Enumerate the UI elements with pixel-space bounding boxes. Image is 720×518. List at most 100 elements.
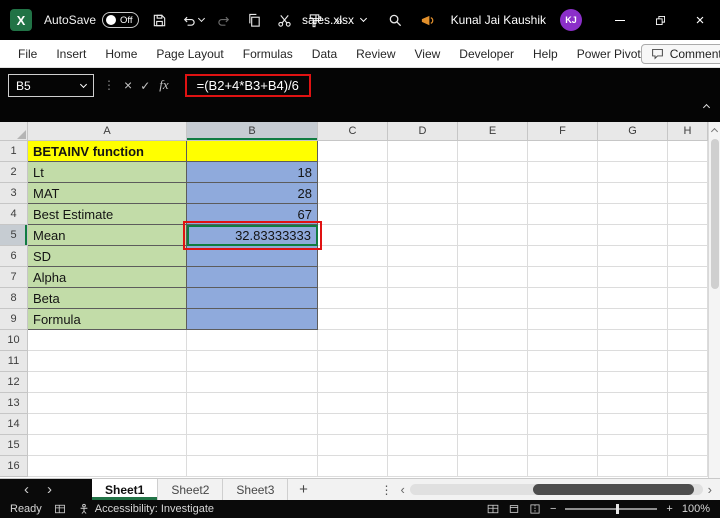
cell-A2[interactable]: Lt: [28, 162, 187, 183]
cell-B1[interactable]: [187, 141, 318, 162]
cell-H15[interactable]: [668, 435, 708, 456]
cell-C3[interactable]: [318, 183, 388, 204]
row-header-15[interactable]: 15: [0, 435, 28, 456]
cell-E11[interactable]: [458, 351, 528, 372]
cell-A13[interactable]: [28, 393, 187, 414]
cell-C12[interactable]: [318, 372, 388, 393]
cell-E14[interactable]: [458, 414, 528, 435]
ribbon-tab-formulas[interactable]: Formulas: [243, 47, 293, 61]
cell-C16[interactable]: [318, 456, 388, 477]
cell-H5[interactable]: [668, 225, 708, 246]
cell-H10[interactable]: [668, 330, 708, 351]
cut-icon[interactable]: [276, 11, 294, 29]
sheet-tab-sheet2[interactable]: Sheet2: [158, 479, 223, 500]
cell-G13[interactable]: [598, 393, 668, 414]
cell-F8[interactable]: [528, 288, 598, 309]
cell-E8[interactable]: [458, 288, 528, 309]
formula-input[interactable]: =(B2+4*B3+B4)/6: [185, 74, 311, 97]
cell-B7[interactable]: [187, 267, 318, 288]
column-header-F[interactable]: F: [528, 122, 598, 141]
column-header-B[interactable]: B: [187, 122, 318, 141]
cell-A8[interactable]: Beta: [28, 288, 187, 309]
cell-D14[interactable]: [388, 414, 458, 435]
column-header-C[interactable]: C: [318, 122, 388, 141]
megaphone-icon[interactable]: [419, 11, 437, 29]
cell-F11[interactable]: [528, 351, 598, 372]
cell-H14[interactable]: [668, 414, 708, 435]
cell-F10[interactable]: [528, 330, 598, 351]
cell-C14[interactable]: [318, 414, 388, 435]
cell-E3[interactable]: [458, 183, 528, 204]
name-box[interactable]: B5: [8, 74, 94, 97]
cell-C11[interactable]: [318, 351, 388, 372]
cell-E12[interactable]: [458, 372, 528, 393]
cell-B10[interactable]: [187, 330, 318, 351]
user-name[interactable]: Kunal Jai Kaushik: [451, 13, 546, 27]
cell-E15[interactable]: [458, 435, 528, 456]
cell-D9[interactable]: [388, 309, 458, 330]
horizontal-scroll-track[interactable]: [410, 484, 703, 495]
cell-B16[interactable]: [187, 456, 318, 477]
cell-F2[interactable]: [528, 162, 598, 183]
cell-D3[interactable]: [388, 183, 458, 204]
tab-options-button[interactable]: ⋮: [380, 479, 392, 500]
page-layout-view-icon[interactable]: [508, 503, 520, 515]
file-name[interactable]: sales.xlsx: [302, 0, 366, 40]
row-header-9[interactable]: 9: [0, 309, 28, 330]
cell-B4[interactable]: 67: [187, 204, 318, 225]
cell-F13[interactable]: [528, 393, 598, 414]
undo-chevron-icon[interactable]: [198, 15, 205, 22]
cell-D10[interactable]: [388, 330, 458, 351]
cell-F5[interactable]: [528, 225, 598, 246]
cell-G5[interactable]: [598, 225, 668, 246]
column-header-E[interactable]: E: [458, 122, 528, 141]
cell-D16[interactable]: [388, 456, 458, 477]
cell-G8[interactable]: [598, 288, 668, 309]
cell-F12[interactable]: [528, 372, 598, 393]
scroll-left-button[interactable]: ‹: [400, 483, 404, 496]
cell-H7[interactable]: [668, 267, 708, 288]
autosave-toggle[interactable]: AutoSave Off: [44, 12, 139, 28]
row-header-8[interactable]: 8: [0, 288, 28, 309]
add-sheet-button[interactable]: +: [288, 479, 318, 500]
cell-A10[interactable]: [28, 330, 187, 351]
cell-B13[interactable]: [187, 393, 318, 414]
cell-E2[interactable]: [458, 162, 528, 183]
ribbon-tab-view[interactable]: View: [415, 47, 441, 61]
cell-D2[interactable]: [388, 162, 458, 183]
avatar[interactable]: KJ: [560, 9, 582, 31]
cell-B12[interactable]: [187, 372, 318, 393]
cell-H2[interactable]: [668, 162, 708, 183]
zoom-slider-knob[interactable]: [616, 504, 619, 514]
cell-H12[interactable]: [668, 372, 708, 393]
cell-F1[interactable]: [528, 141, 598, 162]
comments-button[interactable]: Comments: [641, 44, 720, 64]
cell-G14[interactable]: [598, 414, 668, 435]
cell-E6[interactable]: [458, 246, 528, 267]
column-header-D[interactable]: D: [388, 122, 458, 141]
row-header-10[interactable]: 10: [0, 330, 28, 351]
cell-C10[interactable]: [318, 330, 388, 351]
zoom-level[interactable]: 100%: [682, 503, 710, 515]
cell-F6[interactable]: [528, 246, 598, 267]
cell-B2[interactable]: 18: [187, 162, 318, 183]
enter-icon[interactable]: ✓: [140, 79, 150, 93]
cell-F3[interactable]: [528, 183, 598, 204]
cell-C13[interactable]: [318, 393, 388, 414]
sheet-nav-left-icon[interactable]: ‹: [24, 482, 29, 497]
cell-D1[interactable]: [388, 141, 458, 162]
cell-G7[interactable]: [598, 267, 668, 288]
cell-H16[interactable]: [668, 456, 708, 477]
cell-A12[interactable]: [28, 372, 187, 393]
cell-D11[interactable]: [388, 351, 458, 372]
cell-A14[interactable]: [28, 414, 187, 435]
cell-B6[interactable]: [187, 246, 318, 267]
minimize-button[interactable]: [600, 0, 640, 40]
cell-A7[interactable]: Alpha: [28, 267, 187, 288]
cell-D5[interactable]: [388, 225, 458, 246]
scroll-right-button[interactable]: ›: [708, 483, 712, 496]
ribbon-tab-home[interactable]: Home: [105, 47, 137, 61]
cell-D6[interactable]: [388, 246, 458, 267]
cell-A4[interactable]: Best Estimate: [28, 204, 187, 225]
cancel-icon[interactable]: ×: [124, 77, 132, 93]
